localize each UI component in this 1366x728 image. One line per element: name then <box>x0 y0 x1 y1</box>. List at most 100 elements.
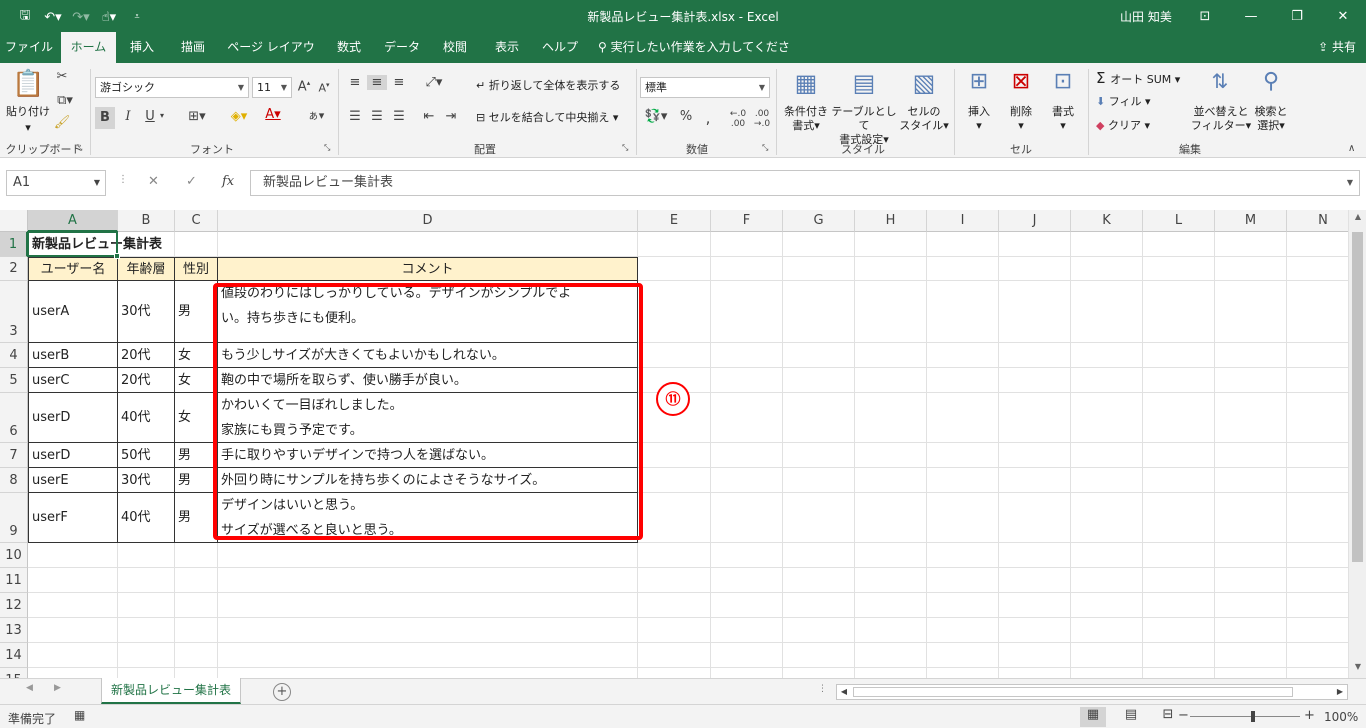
align-left-icon[interactable]: ☰ <box>346 109 364 124</box>
sheet-next-icon[interactable]: ▶ <box>54 683 61 693</box>
bold-button[interactable]: B <box>95 107 115 129</box>
expand-formula-icon[interactable]: ▼ <box>1347 171 1353 195</box>
column-header-n[interactable]: N <box>1287 210 1348 232</box>
tab-insert[interactable]: 挿入 <box>118 32 166 63</box>
align-right-icon[interactable]: ☰ <box>390 109 408 124</box>
column-header-e[interactable]: E <box>638 210 711 232</box>
cell-gender[interactable]: 男 <box>175 281 218 343</box>
number-launcher-icon[interactable]: ⤡ <box>762 143 768 153</box>
cell-age[interactable]: 50代 <box>118 443 175 468</box>
macro-record-icon[interactable]: ▦ <box>74 708 85 722</box>
increase-font-icon[interactable]: A▴ <box>296 79 312 94</box>
column-header-f[interactable]: F <box>711 210 783 232</box>
horizontal-scroll-thumb[interactable] <box>853 687 1293 697</box>
font-name-select[interactable]: 游ゴシック ▼ <box>95 77 249 98</box>
collapse-ribbon-icon[interactable]: ∧ <box>1348 143 1355 154</box>
cell-gender[interactable]: 女 <box>175 393 218 443</box>
fill-handle[interactable] <box>114 253 120 259</box>
find-select-icon[interactable]: ⚲ <box>1256 69 1286 94</box>
tab-page-layout[interactable]: ページ レイアウト <box>222 32 320 85</box>
header-gender[interactable]: 性別 <box>175 257 218 281</box>
row-header-5[interactable]: 5 <box>0 368 28 393</box>
underline-dropdown-icon[interactable]: ▾ <box>160 111 164 120</box>
comma-style-icon[interactable]: , <box>700 109 716 127</box>
align-center-icon[interactable]: ☰ <box>368 109 386 124</box>
row-header-9[interactable]: 9 <box>0 493 28 543</box>
zoom-out-icon[interactable]: − <box>1178 708 1189 723</box>
zoom-slider-thumb[interactable] <box>1251 711 1255 722</box>
ribbon-display-options-icon[interactable]: ⊡ <box>1182 0 1228 32</box>
tell-me-box[interactable]: ⚲ 実行したい作業を入力してください <box>598 32 798 85</box>
user-name[interactable]: 山田 知美 <box>1120 8 1172 25</box>
horizontal-scrollbar[interactable]: ◀ ▶ <box>836 684 1348 700</box>
align-top-icon[interactable]: ≡ <box>346 75 364 90</box>
align-bottom-icon[interactable]: ≡ <box>390 75 408 90</box>
column-header-k[interactable]: K <box>1071 210 1143 232</box>
tab-home[interactable]: ホーム <box>61 32 116 63</box>
header-age[interactable]: 年齢層 <box>118 257 175 281</box>
font-color-icon[interactable]: A▾ <box>260 107 286 122</box>
vertical-scroll-thumb[interactable] <box>1352 232 1363 562</box>
cell-age[interactable]: 40代 <box>118 393 175 443</box>
cell-username[interactable]: userC <box>28 368 118 393</box>
cell-gender[interactable]: 男 <box>175 443 218 468</box>
column-header-g[interactable]: G <box>783 210 855 232</box>
format-as-table-icon[interactable]: ▤ <box>848 69 880 97</box>
percent-icon[interactable]: % <box>678 109 694 124</box>
scroll-right-icon[interactable]: ▶ <box>1333 685 1347 699</box>
sort-filter-icon[interactable]: ⇅ <box>1204 69 1236 93</box>
alignment-launcher-icon[interactable]: ⤡ <box>622 143 628 153</box>
row-header-13[interactable]: 13 <box>0 618 28 643</box>
sheet-prev-icon[interactable]: ◀ <box>26 683 33 693</box>
paste-dropdown-icon[interactable]: ▾ <box>18 121 38 135</box>
row-header-15[interactable]: 15 <box>0 668 28 678</box>
increase-decimal-icon[interactable]: ←.0.00 <box>728 109 748 129</box>
merge-center-button[interactable]: ⊟ セルを結合して中央揃え ▾ <box>476 111 618 125</box>
cut-icon[interactable]: ✂ <box>52 69 72 84</box>
cell-gender[interactable]: 男 <box>175 468 218 493</box>
column-header-d[interactable]: D <box>218 210 638 232</box>
row-header-4[interactable]: 4 <box>0 343 28 368</box>
column-header-h[interactable]: H <box>855 210 927 232</box>
scroll-up-icon[interactable]: ▲ <box>1349 212 1366 226</box>
zoom-level[interactable]: 100% <box>1324 710 1358 724</box>
cell-username[interactable]: userB <box>28 343 118 368</box>
normal-view-icon[interactable]: ▦ <box>1080 707 1106 727</box>
add-sheet-icon[interactable]: + <box>273 683 291 701</box>
format-cells-icon[interactable]: ⊡ <box>1048 69 1078 94</box>
orientation-icon[interactable]: ⤢▾ <box>420 75 448 90</box>
cancel-icon[interactable]: ✕ <box>148 174 159 189</box>
accounting-format-icon[interactable]: 💱▾ <box>642 109 670 124</box>
row-header-8[interactable]: 8 <box>0 468 28 493</box>
scroll-down-icon[interactable]: ▼ <box>1349 662 1366 676</box>
row-header-2[interactable]: 2 <box>0 257 28 281</box>
insert-function-icon[interactable]: fx <box>222 174 234 189</box>
insert-cells-button[interactable]: 挿入 ▾ <box>960 105 998 133</box>
cell-age[interactable]: 30代 <box>118 468 175 493</box>
clipboard-launcher-icon[interactable]: ⤡ <box>76 143 82 153</box>
row-header-3[interactable]: 3 <box>0 281 28 343</box>
tab-draw[interactable]: 描画 <box>168 32 218 63</box>
cell-username[interactable]: userE <box>28 468 118 493</box>
name-box[interactable]: A1 ▼ <box>6 170 106 196</box>
enter-icon[interactable]: ✓ <box>186 174 197 189</box>
select-all-corner[interactable] <box>0 210 28 232</box>
row-header-6[interactable]: 6 <box>0 393 28 443</box>
tab-split-icon[interactable]: ⋮ <box>818 684 827 694</box>
row-header-14[interactable]: 14 <box>0 643 28 668</box>
row-header-12[interactable]: 12 <box>0 593 28 618</box>
vertical-scrollbar[interactable]: ▲ ▼ <box>1348 210 1366 678</box>
delete-cells-icon[interactable]: ⊠ <box>1006 69 1036 94</box>
wrap-text-button[interactable]: ↵ 折り返して全体を表示する <box>476 79 620 93</box>
tab-help[interactable]: ヘルプ <box>536 32 584 63</box>
scroll-left-icon[interactable]: ◀ <box>837 685 851 699</box>
sort-filter-button[interactable]: 並べ替えと フィルター▾ <box>1190 105 1252 133</box>
zoom-slider[interactable] <box>1190 711 1300 722</box>
decrease-decimal-icon[interactable]: .00 →.0 <box>752 109 772 129</box>
borders-icon[interactable]: ⊞▾ <box>184 109 210 124</box>
minimize-icon[interactable]: — <box>1228 0 1274 32</box>
decrease-font-icon[interactable]: A▾ <box>316 81 332 95</box>
cell-username[interactable]: userA <box>28 281 118 343</box>
tab-file[interactable]: ファイル <box>0 32 58 63</box>
format-cells-button[interactable]: 書式 ▾ <box>1044 105 1082 133</box>
